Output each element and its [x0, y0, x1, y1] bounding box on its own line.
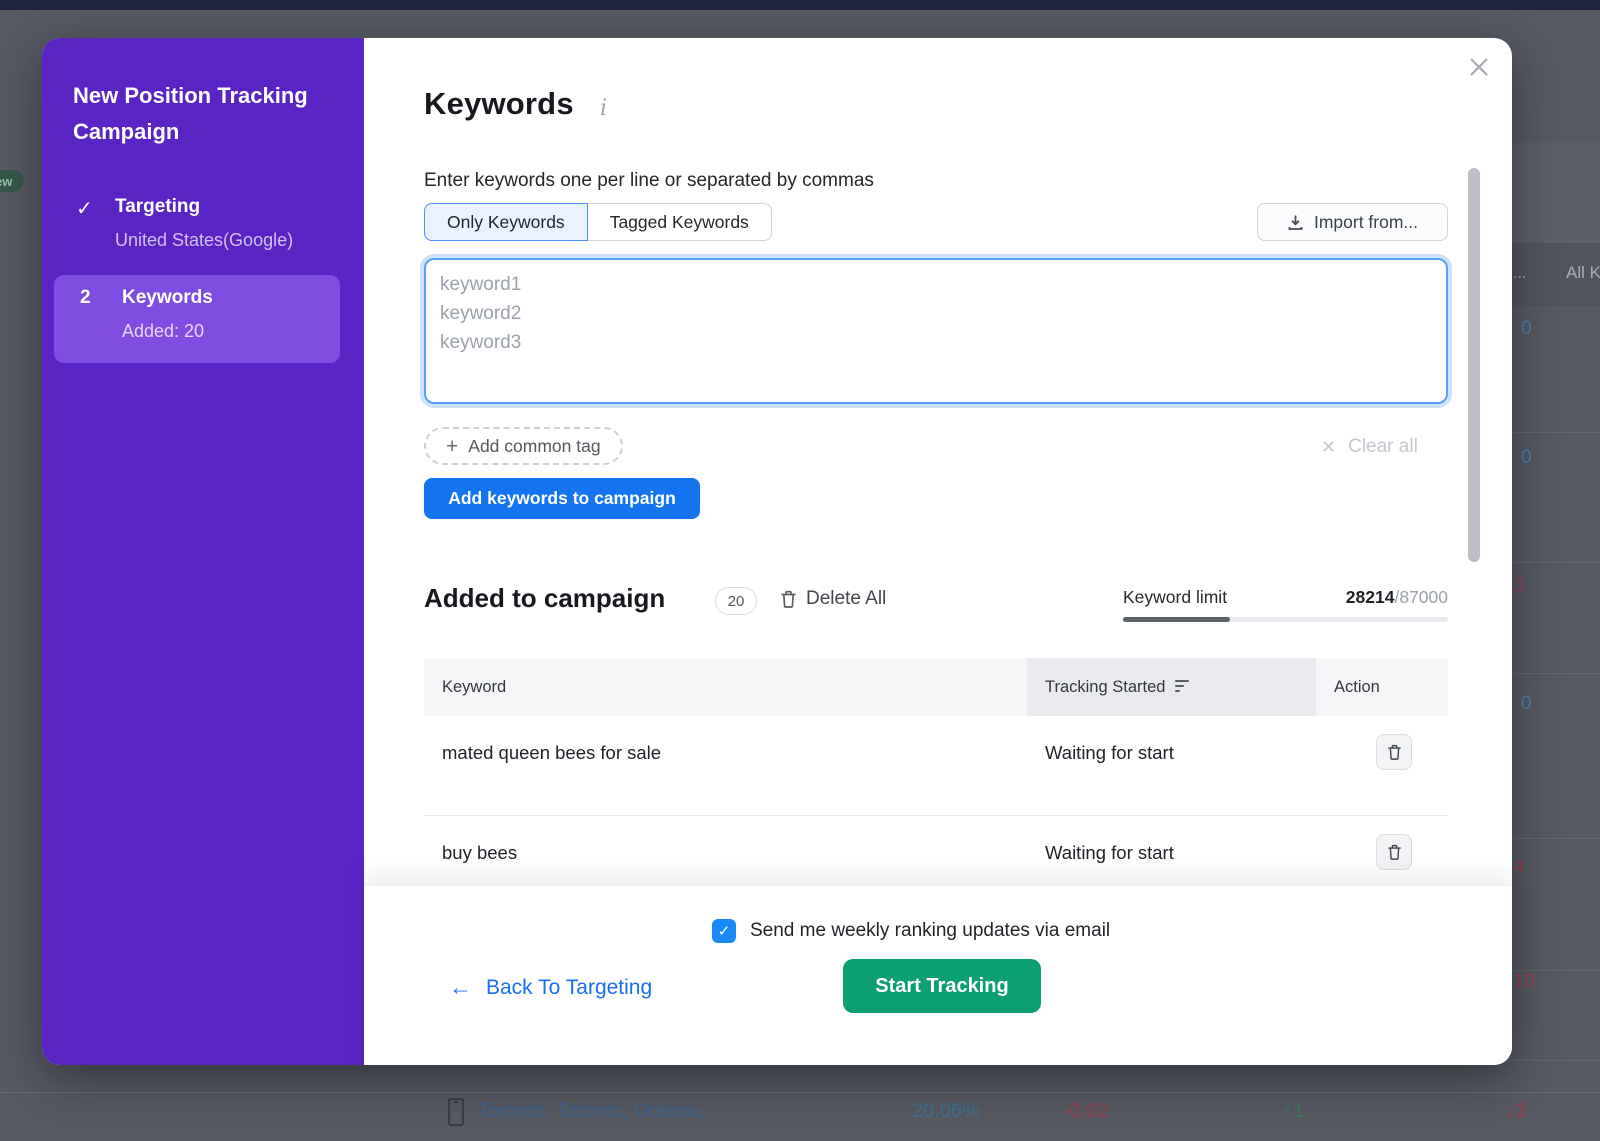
trash-icon: [1387, 744, 1402, 761]
background-row-divider: [1500, 838, 1600, 839]
keyword-limit-progress: [1123, 617, 1448, 622]
plus-icon: +: [446, 436, 458, 457]
status-cell: Waiting for start: [1045, 842, 1174, 864]
page-title: Keywords: [424, 86, 574, 122]
background-row-divider: [1500, 562, 1600, 563]
background-column-header-truncated: ...: [1513, 265, 1526, 283]
download-icon: [1287, 214, 1304, 231]
new-feature-badge: New: [0, 170, 24, 192]
background-row-divider: [1500, 673, 1600, 674]
email-updates-checkbox[interactable]: ✓: [712, 919, 736, 943]
keywords-textarea[interactable]: [424, 258, 1448, 404]
delete-keyword-button[interactable]: [1376, 734, 1412, 770]
keyword-cell: mated queen bees for sale: [442, 742, 661, 764]
keyword-cell: buy bees: [442, 842, 517, 864]
background-location-link[interactable]: Toronto, Toronto, Ontario,: [478, 1100, 704, 1123]
added-count-badge: 20: [715, 587, 757, 615]
close-modal-button[interactable]: [1462, 50, 1496, 84]
keyword-limit-progress-fill: [1123, 617, 1230, 622]
keywords-instruction: Enter keywords one per line or separated…: [424, 170, 874, 192]
background-top-bar: [0, 0, 1600, 10]
column-header-tracking-label: Tracking Started: [1045, 678, 1165, 697]
status-cell: Waiting for start: [1045, 742, 1174, 764]
clear-all-label: Clear all: [1348, 436, 1418, 458]
keyword-limit-total: /87000: [1394, 587, 1448, 607]
add-keywords-to-campaign-button[interactable]: Add keywords to campaign: [424, 478, 700, 519]
close-icon: [1462, 50, 1496, 84]
background-down-value: ↓3: [1505, 1100, 1526, 1123]
modal-scrollbar[interactable]: [1468, 168, 1480, 562]
sidebar-step-keywords[interactable]: 2 Keywords Added: 20: [54, 275, 340, 363]
wizard-sidebar: New Position Tracking Campaign ✓ Targeti…: [42, 38, 364, 1065]
step-keywords-summary: Added: 20: [122, 321, 204, 342]
delete-all-button[interactable]: Delete All: [780, 588, 886, 610]
background-cell-value: 0: [1521, 693, 1532, 715]
trash-icon: [1387, 844, 1402, 861]
clear-all-button[interactable]: ✕ Clear all: [1321, 436, 1418, 458]
step-number: 2: [80, 287, 91, 309]
info-icon[interactable]: i: [600, 96, 607, 121]
keyword-limit-used: 28214: [1346, 587, 1395, 607]
delete-keyword-button[interactable]: [1376, 834, 1412, 870]
background-cell-value: 0: [1521, 318, 1532, 340]
step-targeting-summary: United States(Google): [115, 230, 293, 251]
checkbox-checked-icon: ✓: [718, 922, 731, 940]
email-updates-option: ✓ Send me weekly ranking updates via ema…: [712, 919, 1110, 943]
background-row-divider: [1500, 432, 1600, 433]
background-column-header-all-keywords: All K: [1566, 263, 1600, 283]
keyword-limit-value: 28214/87000: [1346, 587, 1448, 608]
column-header-keyword: Keyword: [424, 658, 1027, 716]
background-up-value: ↑1: [1283, 1100, 1304, 1123]
modal-footer: ✓ Send me weekly ranking updates via ema…: [364, 885, 1512, 1065]
keywords-table-header: Keyword Tracking Started Action: [424, 658, 1448, 716]
mobile-device-icon: [448, 1098, 464, 1126]
keywords-input-tabs: Only Keywords Tagged Keywords: [424, 203, 772, 241]
import-from-label: Import from...: [1314, 212, 1418, 233]
column-header-tracking-started[interactable]: Tracking Started: [1027, 658, 1316, 716]
back-to-targeting-label: Back To Targeting: [486, 976, 652, 1000]
sort-descending-icon: [1175, 680, 1190, 695]
sidebar-step-targeting[interactable]: Targeting: [115, 196, 200, 218]
tab-only-keywords[interactable]: Only Keywords: [424, 203, 588, 241]
back-arrow-icon: ←: [449, 974, 472, 1001]
background-percent-value: 20.06%: [912, 1100, 980, 1123]
delete-all-label: Delete All: [806, 588, 886, 610]
add-common-tag-button[interactable]: + Add common tag: [424, 427, 623, 465]
background-table-divider: [0, 1092, 1600, 1093]
back-to-targeting-link[interactable]: ← Back To Targeting: [449, 974, 652, 1001]
wizard-title: New Position Tracking Campaign: [73, 78, 335, 150]
tab-tagged-keywords[interactable]: Tagged Keywords: [588, 203, 772, 241]
background-delta-value: -0.02: [1063, 1100, 1109, 1123]
table-row: mated queen bees for sale Waiting for st…: [424, 716, 1448, 816]
new-campaign-modal: New Position Tracking Campaign ✓ Targeti…: [42, 38, 1512, 1065]
background-row-divider: [1500, 1060, 1600, 1061]
keyword-limit-label: Keyword limit: [1123, 587, 1227, 608]
column-header-action: Action: [1316, 658, 1448, 716]
trash-icon: [780, 590, 797, 609]
step-complete-check-icon: ✓: [76, 196, 102, 221]
added-to-campaign-heading: Added to campaign: [424, 583, 665, 614]
step-keywords-label: Keywords: [122, 287, 213, 309]
import-from-button[interactable]: Import from...: [1257, 203, 1448, 241]
email-updates-label: Send me weekly ranking updates via email: [750, 920, 1110, 942]
add-common-tag-label: Add common tag: [468, 436, 600, 457]
background-cell-value: 0: [1521, 447, 1532, 469]
clear-x-icon: ✕: [1321, 437, 1336, 458]
start-tracking-button[interactable]: Start Tracking: [843, 959, 1041, 1013]
